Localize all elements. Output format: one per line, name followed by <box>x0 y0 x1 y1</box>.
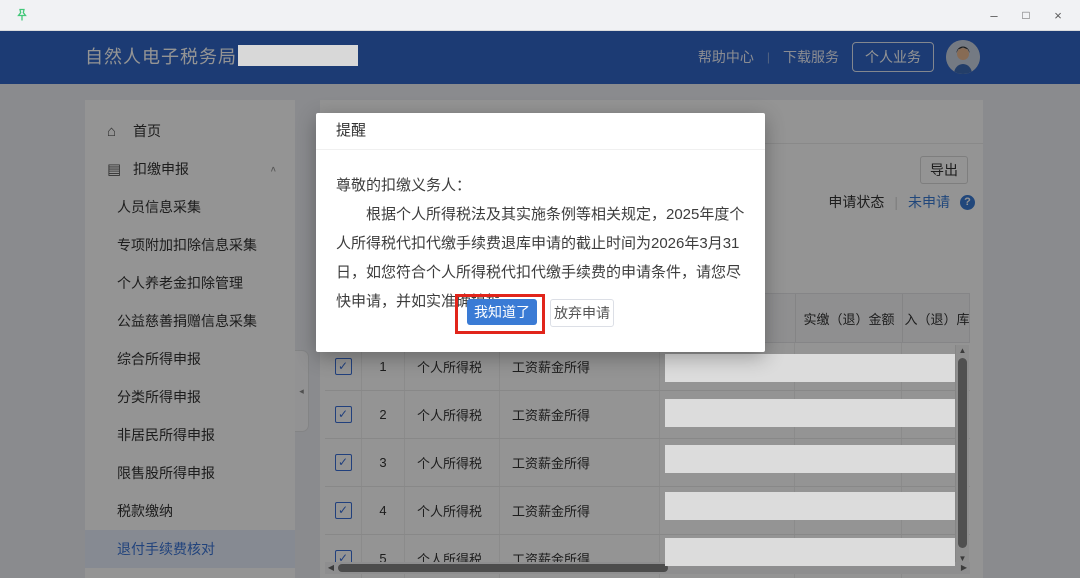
redaction-box <box>238 45 358 66</box>
dialog-title: 提醒 <box>316 113 765 150</box>
dialog-footer: 我知道了 放弃申请 <box>316 299 765 327</box>
minimize-button[interactable]: – <box>978 0 1010 30</box>
pushpin-icon[interactable] <box>14 7 30 23</box>
app-content: 自然人电子税务局 帮助中心 | 下载服务 个人业务 ⌂ <box>0 30 1080 578</box>
close-button[interactable]: × <box>1042 0 1074 30</box>
redaction-bar <box>665 492 955 520</box>
redaction-bar <box>665 354 955 382</box>
os-titlebar: – □ × <box>0 0 1080 31</box>
dialog-greeting: 尊敬的扣缴义务人： <box>336 171 745 200</box>
dialog-body: 尊敬的扣缴义务人： 根据个人所得税法及其实施条例等相关规定，2025年度个人所得… <box>316 150 765 316</box>
redaction-bar <box>665 399 955 427</box>
reminder-dialog: 提醒 尊敬的扣缴义务人： 根据个人所得税法及其实施条例等相关规定，2025年度个… <box>316 113 765 352</box>
cancel-button[interactable]: 放弃申请 <box>550 299 614 327</box>
window-controls: – □ × <box>978 0 1074 30</box>
app-window: – □ × 自然人电子税务局 帮助中心 | 下载服务 个人业务 <box>0 0 1080 578</box>
redaction-bar <box>665 445 955 473</box>
confirm-button[interactable]: 我知道了 <box>467 299 537 325</box>
redaction-bar <box>665 538 955 566</box>
maximize-button[interactable]: □ <box>1010 0 1042 30</box>
